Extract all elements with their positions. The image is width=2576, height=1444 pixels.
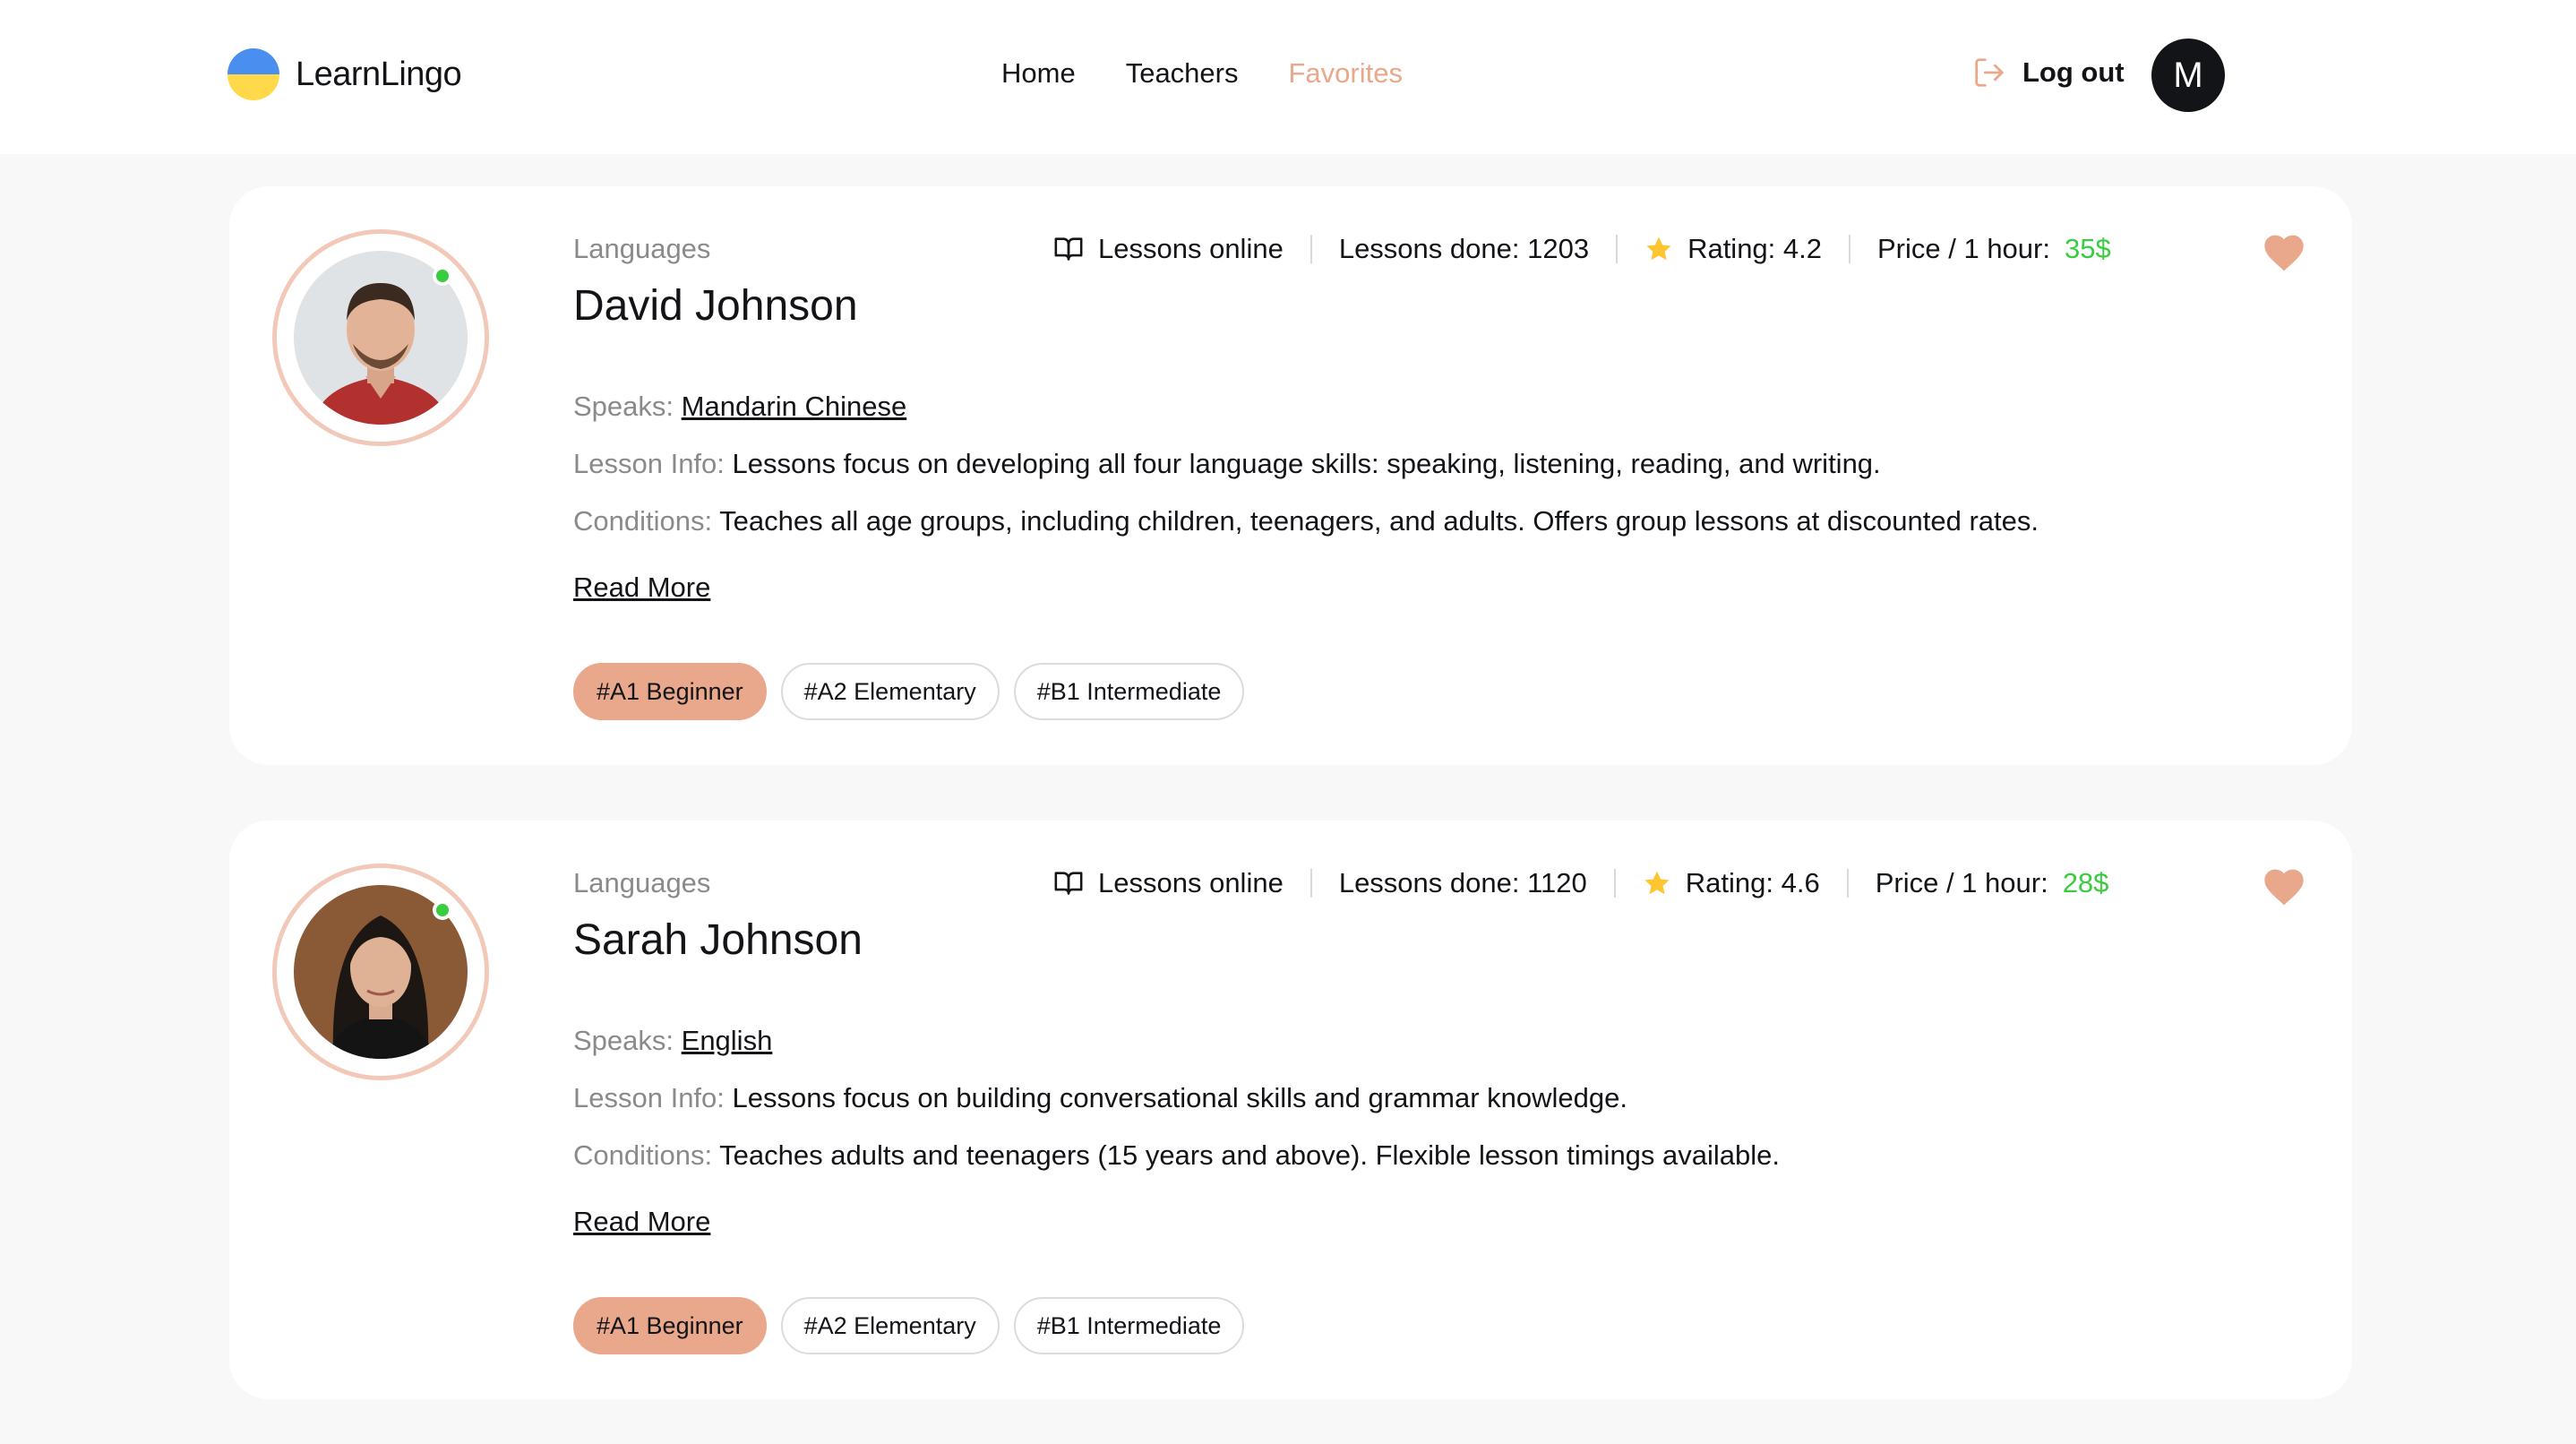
lesson-info-row: Lesson Info: Lessons focus on building c… bbox=[573, 1082, 1627, 1114]
lessons-online-label: Lessons online bbox=[1098, 867, 1284, 898]
teacher-photo-frame bbox=[272, 864, 489, 1080]
main-nav: Home Teachers Favorites bbox=[1001, 57, 1403, 90]
brand-logo[interactable]: LearnLingo bbox=[228, 48, 462, 100]
ukraine-flag-icon bbox=[228, 48, 279, 100]
conditions-label: Conditions: bbox=[573, 1139, 713, 1171]
conditions-row: Conditions: Teaches all age groups, incl… bbox=[573, 505, 2039, 537]
top-header: LearnLingo Home Teachers Favorites Log o… bbox=[0, 0, 2576, 154]
lessons-done-stat: Lessons done: 1203 bbox=[1338, 233, 1590, 264]
lesson-info-text: Lessons focus on building conversational… bbox=[732, 1082, 1627, 1113]
price-stat: Price / 1 hour: 28$ bbox=[1876, 867, 2109, 899]
conditions-label: Conditions: bbox=[573, 505, 713, 537]
teacher-stats: Lessons online Lessons done: 1120 Rating… bbox=[1053, 867, 2108, 899]
heart-icon bbox=[2264, 235, 2304, 271]
nav-favorites[interactable]: Favorites bbox=[1289, 57, 1403, 90]
speaks-label: Speaks: bbox=[573, 391, 674, 422]
price-stat: Price / 1 hour: 35$ bbox=[1877, 233, 2111, 265]
speaks-row: Speaks: Mandarin Chinese bbox=[573, 391, 906, 423]
stat-divider bbox=[1849, 235, 1850, 263]
lesson-info-text: Lessons focus on developing all four lan… bbox=[732, 448, 1881, 479]
level-tag[interactable]: #B1 Intermediate bbox=[1013, 663, 1245, 720]
logout-label: Log out bbox=[2022, 56, 2125, 88]
favorite-button[interactable] bbox=[2261, 864, 2307, 911]
stat-divider bbox=[1616, 235, 1619, 263]
level-tag[interactable]: #A1 Beginner bbox=[573, 1297, 767, 1354]
stat-divider bbox=[1846, 869, 1849, 898]
level-tag[interactable]: #B1 Intermediate bbox=[1013, 1297, 1245, 1354]
star-icon bbox=[1644, 871, 1670, 895]
conditions-text: Teaches adults and teenagers (15 years a… bbox=[719, 1139, 1781, 1171]
languages-label: Languages bbox=[573, 233, 711, 264]
level-tags: #A1 Beginner #A2 Elementary #B1 Intermed… bbox=[573, 663, 1245, 720]
read-more-link[interactable]: Read More bbox=[573, 1206, 710, 1238]
level-tag[interactable]: #A2 Elementary bbox=[780, 663, 1000, 720]
stat-divider bbox=[1613, 869, 1616, 898]
lessons-online-stat: Lessons online bbox=[1053, 867, 1284, 899]
nav-home[interactable]: Home bbox=[1001, 57, 1076, 90]
nav-teachers[interactable]: Teachers bbox=[1126, 57, 1239, 90]
lessons-online-label: Lessons online bbox=[1098, 233, 1284, 264]
level-tags: #A1 Beginner #A2 Elementary #B1 Intermed… bbox=[573, 1297, 1245, 1354]
conditions-text: Teaches all age groups, including childr… bbox=[719, 505, 2039, 537]
teacher-photo-frame bbox=[272, 229, 489, 446]
speaks-label: Speaks: bbox=[573, 1025, 674, 1056]
lessons-done-stat: Lessons done: 1120 bbox=[1338, 867, 1587, 898]
teacher-stats: Lessons online Lessons done: 1203 Rating… bbox=[1053, 233, 2111, 265]
price-label: Price / 1 hour: bbox=[1875, 867, 2048, 898]
lesson-info-label: Lesson Info: bbox=[573, 1082, 725, 1113]
teacher-card: Languages Sarah Johnson Lessons online L… bbox=[229, 821, 2352, 1399]
rating-stat: Rating: 4.2 bbox=[1644, 233, 1822, 265]
online-status-dot bbox=[433, 266, 452, 286]
star-icon bbox=[1646, 236, 1671, 261]
price-value: 35$ bbox=[2064, 233, 2111, 264]
rating-stat: Rating: 4.6 bbox=[1643, 867, 1820, 899]
heart-icon bbox=[2264, 869, 2304, 906]
level-tag[interactable]: #A2 Elementary bbox=[780, 1297, 1000, 1354]
price-label: Price / 1 hour: bbox=[1877, 233, 2050, 264]
favorite-button[interactable] bbox=[2261, 229, 2307, 277]
rating-value: Rating: 4.6 bbox=[1685, 867, 1820, 898]
lessons-online-stat: Lessons online bbox=[1053, 233, 1284, 265]
speaks-value[interactable]: English bbox=[682, 1025, 773, 1056]
book-open-icon bbox=[1054, 237, 1083, 261]
stat-divider bbox=[1309, 869, 1312, 898]
lesson-info-row: Lesson Info: Lessons focus on developing… bbox=[573, 448, 1881, 480]
stat-divider bbox=[1309, 235, 1312, 263]
languages-label: Languages bbox=[573, 867, 711, 898]
price-value: 28$ bbox=[2062, 867, 2109, 898]
online-status-dot bbox=[433, 900, 452, 920]
user-avatar[interactable]: M bbox=[2151, 39, 2225, 112]
teacher-card: Languages David Johnson Lessons online L… bbox=[229, 186, 2352, 765]
rating-value: Rating: 4.2 bbox=[1687, 233, 1822, 264]
teacher-name: David Johnson bbox=[573, 282, 858, 330]
teacher-name: Sarah Johnson bbox=[573, 916, 863, 964]
speaks-row: Speaks: English bbox=[573, 1025, 772, 1057]
read-more-link[interactable]: Read More bbox=[573, 572, 710, 604]
level-tag[interactable]: #A1 Beginner bbox=[573, 663, 767, 720]
conditions-row: Conditions: Teaches adults and teenagers… bbox=[573, 1139, 1780, 1172]
book-open-icon bbox=[1054, 872, 1083, 895]
lesson-info-label: Lesson Info: bbox=[573, 448, 725, 479]
logout-icon bbox=[1975, 58, 2004, 87]
brand-name: LearnLingo bbox=[296, 55, 462, 93]
logout-button[interactable]: Log out bbox=[1972, 56, 2125, 90]
speaks-value[interactable]: Mandarin Chinese bbox=[682, 391, 907, 422]
